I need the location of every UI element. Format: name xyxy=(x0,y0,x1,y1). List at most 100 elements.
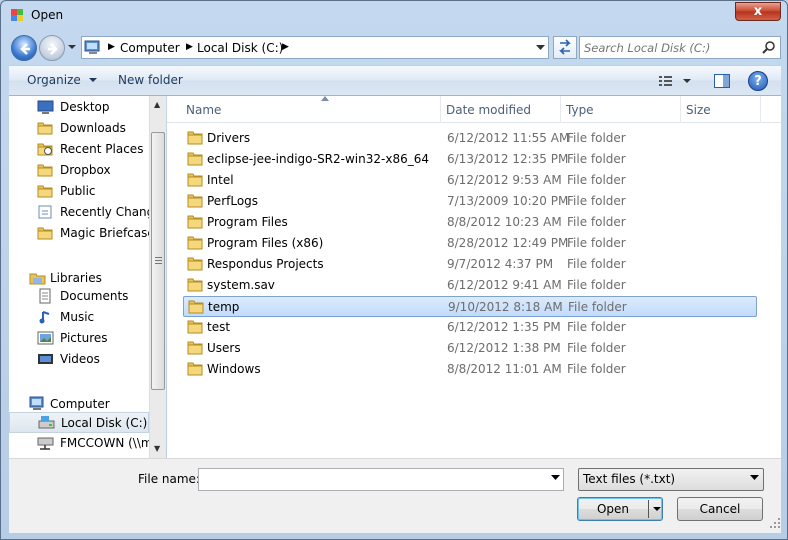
refresh-button[interactable] xyxy=(553,36,577,59)
nav-item-label: Desktop xyxy=(60,100,110,114)
file-type: File folder xyxy=(567,173,626,187)
folder-icon xyxy=(187,320,203,334)
breadcrumb-separator[interactable]: ▶ xyxy=(282,42,289,52)
navigation-pane[interactable]: Desktop Downloads Recent Places Dropbox Publ… xyxy=(9,96,166,458)
nav-item-desktop[interactable]: Desktop xyxy=(9,97,149,118)
title-bar[interactable]: Open x xyxy=(1,1,787,31)
file-row[interactable]: temp 9/10/2012 8:18 AM File folder xyxy=(183,296,757,317)
nav-item-local-disk-c[interactable]: Local Disk (C:) xyxy=(9,412,149,433)
address-history-dropdown-icon[interactable] xyxy=(536,45,545,51)
file-type-select[interactable]: Text files (*.txt) xyxy=(578,468,764,491)
file-row[interactable]: Users 6/12/2012 1:38 PM File folder xyxy=(183,338,757,359)
file-date-modified: 6/13/2012 12:35 PM xyxy=(447,152,569,166)
open-options-chevron-icon[interactable] xyxy=(653,507,661,512)
breadcrumb-separator[interactable]: ▶ xyxy=(186,42,193,52)
file-type: File folder xyxy=(567,257,626,271)
file-name-combobox[interactable] xyxy=(198,468,564,491)
new-folder-button[interactable]: New folder xyxy=(118,73,183,87)
file-row[interactable]: eclipse-jee-indigo-SR2-win32-x86_64 6/13/… xyxy=(183,149,757,170)
file-name: PerfLogs xyxy=(207,194,259,208)
organize-button[interactable]: Organize xyxy=(27,73,97,87)
file-row[interactable]: system.sav 6/12/2012 9:41 AM File folder xyxy=(183,275,757,296)
file-type: File folder xyxy=(568,300,627,314)
file-row[interactable]: Program Files 8/8/2012 10:23 AM File folde… xyxy=(183,212,757,233)
folder-icon xyxy=(187,194,203,208)
refresh-icon xyxy=(559,39,571,55)
column-header-type[interactable]: Type xyxy=(561,96,681,123)
nav-item-music[interactable]: Music xyxy=(9,307,149,328)
nav-item-public[interactable]: Public xyxy=(9,181,149,202)
column-header-size[interactable]: Size xyxy=(681,96,761,123)
scrollbar-thumb[interactable] xyxy=(151,132,165,390)
close-icon: x xyxy=(753,4,763,19)
file-row[interactable]: Intel 6/12/2012 9:53 AM File folder xyxy=(183,170,757,191)
app-icon xyxy=(11,9,23,21)
file-name: Users xyxy=(207,341,241,355)
cancel-button[interactable]: Cancel xyxy=(677,497,763,521)
column-header-date[interactable]: Date modified xyxy=(441,96,561,123)
nav-item-recent-places[interactable]: Recent Places xyxy=(9,139,149,160)
change-view-button[interactable] xyxy=(657,72,695,90)
file-row[interactable]: test 6/12/2012 1:35 PM File folder xyxy=(183,317,757,338)
address-bar[interactable]: ▶ Computer ▶ Local Disk (C:) ▶ xyxy=(81,36,549,59)
column-header-name[interactable]: Name xyxy=(181,96,441,123)
file-name-input[interactable] xyxy=(202,472,542,487)
nav-item-fmccown-m[interactable]: FMCCOWN (\\m xyxy=(9,433,153,454)
breadcrumb-separator[interactable]: ▶ xyxy=(108,42,115,52)
network-drive-icon xyxy=(37,437,54,450)
file-row[interactable]: Program Files (x86) 8/28/2012 12:49 PM Fil… xyxy=(183,233,757,254)
file-name: Windows xyxy=(207,362,261,376)
scroll-up-icon[interactable]: ▲ xyxy=(154,100,160,109)
help-button[interactable]: ? xyxy=(748,71,768,91)
file-name: Respondus Projects xyxy=(207,257,324,271)
nav-item-pictures[interactable]: Pictures xyxy=(9,328,149,349)
recent-locations-dropdown[interactable] xyxy=(67,42,77,52)
file-row[interactable]: Drivers 6/12/2012 11:55 AM File folder xyxy=(183,128,757,149)
nav-item-videos[interactable]: Videos xyxy=(9,349,149,370)
file-date-modified: 6/12/2012 1:35 PM xyxy=(447,320,561,334)
file-row[interactable]: PerfLogs 7/13/2009 10:20 PM File folder xyxy=(183,191,757,212)
column-size-label: Size xyxy=(686,103,711,117)
nav-item-recently-changed[interactable]: Recently Changed xyxy=(9,202,165,223)
file-date-modified: 6/12/2012 9:53 AM xyxy=(447,173,562,187)
breadcrumb-computer[interactable]: Computer xyxy=(120,41,180,55)
nav-item-label: Pictures xyxy=(60,331,108,345)
column-date-label: Date modified xyxy=(446,103,532,117)
file-row[interactable]: Windows 8/8/2012 11:01 AM File folder xyxy=(183,359,757,380)
close-button[interactable]: x xyxy=(735,2,781,21)
file-type: File folder xyxy=(567,341,626,355)
nav-item-label: Videos xyxy=(60,352,100,366)
file-row[interactable]: Respondus Projects 9/7/2012 4:37 PM File f… xyxy=(183,254,757,275)
folder-icon xyxy=(37,164,53,177)
chevron-down-icon[interactable] xyxy=(551,475,560,481)
nav-item-magic-briefcase[interactable]: Magic Briefcase xyxy=(9,223,155,244)
nav-item-label: Dropbox xyxy=(60,163,111,177)
nav-item-dropbox[interactable]: Dropbox xyxy=(9,160,149,181)
nav-scrollbar[interactable]: ▲ ▼ xyxy=(149,96,166,458)
nav-item-label: Public xyxy=(60,184,96,198)
nav-item-downloads[interactable]: Downloads xyxy=(9,118,149,139)
forward-button[interactable] xyxy=(39,35,65,61)
nav-item-label: Documents xyxy=(60,289,129,303)
folder-icon xyxy=(187,278,203,292)
open-button[interactable]: Open xyxy=(577,497,663,521)
search-icon[interactable] xyxy=(761,40,777,56)
open-dialog: Open x ▶ Computer ▶ Local Disk (C:) ▶ Se… xyxy=(0,0,788,540)
scroll-down-icon[interactable]: ▼ xyxy=(154,444,160,453)
resize-grip-icon[interactable] xyxy=(769,517,781,529)
folder-icon xyxy=(187,362,203,376)
search-box[interactable] xyxy=(579,36,781,59)
search-input[interactable] xyxy=(584,40,754,55)
file-date-modified: 6/12/2012 1:38 PM xyxy=(447,341,561,355)
computer-icon xyxy=(29,396,44,410)
folder-icon xyxy=(187,341,203,355)
folder-icon xyxy=(187,152,203,166)
back-button[interactable] xyxy=(11,35,37,61)
file-list[interactable]: Name Date modified Type Size Drivers 6/12… xyxy=(167,96,781,458)
preview-pane-icon[interactable] xyxy=(713,72,731,90)
breadcrumb-local-disk[interactable]: Local Disk (C:) xyxy=(197,41,283,55)
chevron-down-icon xyxy=(750,475,759,480)
chevron-down-icon xyxy=(88,78,97,82)
file-name: Drivers xyxy=(207,131,251,145)
nav-item-documents[interactable]: Documents xyxy=(9,286,149,307)
